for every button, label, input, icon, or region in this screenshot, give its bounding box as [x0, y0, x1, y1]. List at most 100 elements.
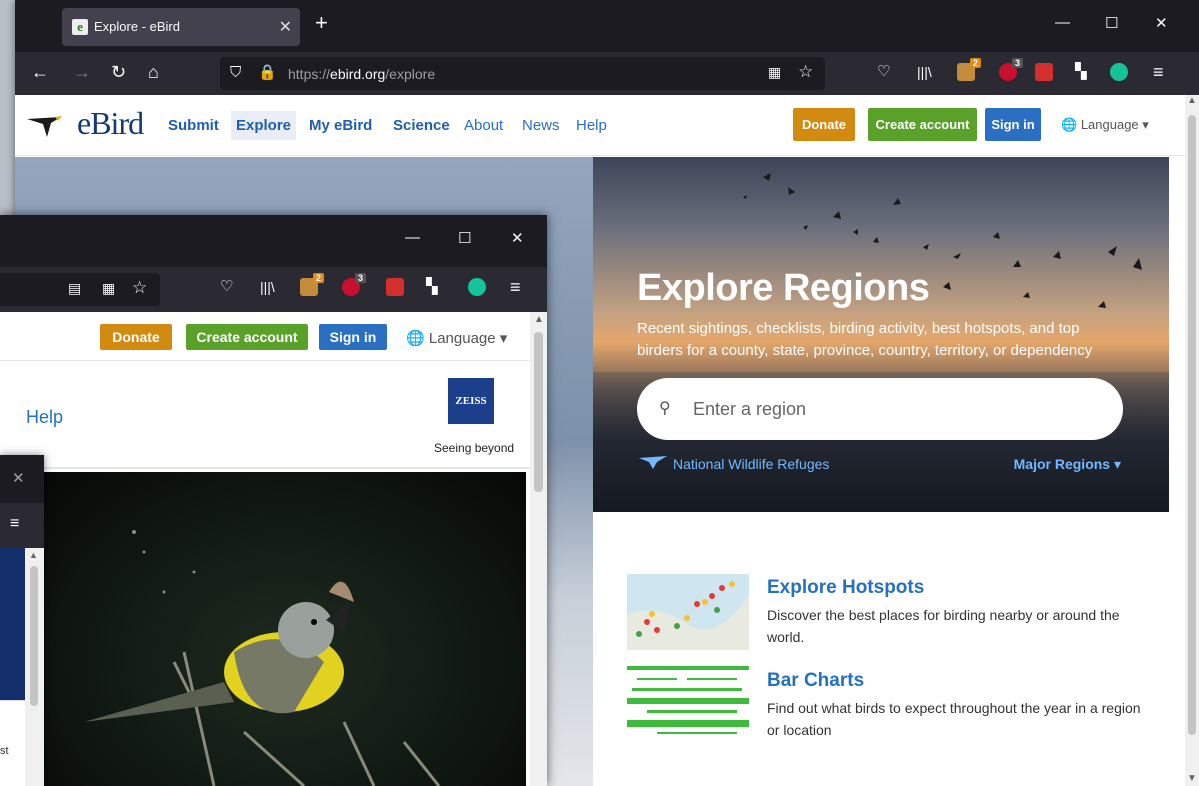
major-regions-dropdown[interactable]: Major Regions ▾ [1014, 456, 1121, 473]
browser-window-third: ✕ ≡ ▲ st [0, 455, 44, 786]
globe-icon: 🌐 [406, 330, 425, 347]
bookmark-star-icon[interactable]: ☆ [132, 278, 147, 298]
scroll-up-icon[interactable]: ▲ [534, 314, 544, 325]
hotspots-map-thumbnail[interactable] [627, 574, 749, 650]
home-icon[interactable]: ⌂ [148, 62, 159, 82]
sign-in-button[interactable]: Sign in [985, 108, 1041, 141]
maximize-icon[interactable]: ☐ [458, 229, 471, 247]
new-tab-icon[interactable]: + [315, 12, 328, 34]
extension-icon[interactable]: 2 [300, 273, 324, 296]
menu-icon[interactable]: ≡ [10, 515, 19, 533]
create-account-button[interactable]: Create account [186, 324, 308, 350]
minimize-icon[interactable]: — [405, 229, 420, 246]
lastpass-icon[interactable] [386, 278, 404, 296]
bar-charts-link[interactable]: Bar Charts [767, 670, 864, 692]
sign-in-button[interactable]: Sign in [319, 324, 387, 350]
grid-extension-icon[interactable]: ▚ [426, 278, 444, 296]
hero-title: Explore Regions [637, 267, 930, 309]
library-icon[interactable]: |||\ [260, 277, 275, 297]
ebird-favicon-icon: e [72, 19, 88, 35]
donate-button[interactable]: Donate [793, 108, 855, 141]
tab-bar-second: — ☐ ✕ [0, 215, 547, 267]
region-search-input[interactable]: ⚲ Enter a region [637, 378, 1123, 440]
url-bar[interactable]: ⛉ 🔒 https://ebird.org/explore ▦ ☆ [220, 57, 825, 90]
tab-title: Explore - eBird [94, 19, 180, 34]
ublock-icon[interactable]: 3 [342, 273, 366, 296]
scrollbar[interactable]: ▲ ▼ [1185, 95, 1199, 786]
scrollbar-second[interactable]: ▲ [530, 312, 547, 786]
scroll-down-icon[interactable]: ▼ [1187, 773, 1197, 784]
explore-hotspots-link[interactable]: Explore Hotspots [767, 577, 924, 599]
nav-science[interactable]: Science [393, 117, 450, 134]
nav-help[interactable]: Help [576, 117, 607, 134]
refuge-icon [639, 456, 667, 469]
nav-submit[interactable]: Submit [168, 117, 219, 134]
grammarly-icon[interactable] [468, 278, 486, 296]
nav-toolbar: ← → ↻ ⌂ ⛉ 🔒 https://ebird.org/explore ▦ … [15, 52, 1199, 95]
create-account-button[interactable]: Create account [868, 108, 977, 141]
extension-icon[interactable]: 2 [957, 58, 981, 81]
lastpass-icon[interactable] [1035, 63, 1053, 81]
nav-toolbar-second: ▤ ▦ ☆ ♡ |||\ 2 3 ▚ ≡ [0, 267, 547, 312]
scrollbar-thumb[interactable] [30, 566, 38, 706]
url-bar-second[interactable]: ▤ ▦ ☆ [0, 273, 160, 306]
reload-icon[interactable]: ↻ [111, 62, 126, 82]
menu-icon[interactable]: ≡ [1153, 62, 1164, 82]
globe-icon: 🌐 [1061, 117, 1078, 132]
tab-explore[interactable]: e Explore - eBird ✕ [62, 8, 300, 46]
donate-button[interactable]: Donate [100, 324, 172, 350]
bookmark-star-icon[interactable]: ☆ [798, 62, 813, 82]
tab-close-icon[interactable]: ✕ [279, 17, 292, 37]
title-bar-third: ✕ [0, 455, 44, 503]
minimize-icon[interactable]: — [1055, 14, 1070, 31]
pocket-icon[interactable]: ♡ [220, 277, 233, 297]
nav-explore[interactable]: Explore [231, 111, 297, 140]
back-icon[interactable]: ← [31, 62, 49, 82]
forward-icon[interactable]: → [73, 62, 91, 82]
close-window-icon[interactable]: ✕ [511, 229, 524, 247]
tab-bar: e Explore - eBird ✕ + — ☐ ✕ [15, 0, 1199, 52]
zeiss-logo[interactable]: ZEISS [448, 378, 494, 424]
scrollbar-third[interactable]: ▲ [25, 548, 44, 786]
url-text[interactable]: https://ebird.org/explore [288, 66, 435, 82]
hero-subtitle: Recent sightings, checklists, birding ac… [637, 320, 1093, 359]
lock-icon[interactable]: 🔒 [258, 63, 277, 81]
site-header: eBird Submit Explore My eBird Science Ab… [15, 95, 1199, 156]
qr-icon[interactable]: ▦ [768, 64, 781, 81]
close-window-icon[interactable]: ✕ [12, 469, 25, 487]
national-wildlife-refuges-link[interactable]: National Wildlife Refuges [673, 456, 829, 472]
qr-icon[interactable]: ▦ [102, 280, 115, 297]
nav-news[interactable]: News [522, 117, 560, 134]
shield-icon[interactable]: ⛉ [230, 64, 241, 81]
bar-charts-thumbnail[interactable] [627, 664, 749, 740]
scrollbar-thumb[interactable] [534, 332, 543, 492]
ebird-logo-icon[interactable] [25, 113, 63, 139]
nav-help[interactable]: Help [26, 407, 63, 428]
scrollbar-thumb[interactable] [1188, 115, 1196, 735]
blue-banner [0, 548, 25, 700]
language-selector[interactable]: 🌐 Language ▾ [1061, 117, 1149, 133]
divider [0, 467, 530, 469]
menu-icon[interactable]: ≡ [510, 277, 521, 297]
nav-about[interactable]: About [464, 117, 503, 134]
ebird-logo-text[interactable]: eBird [77, 105, 144, 142]
kingbird-photo [44, 472, 526, 786]
language-selector[interactable]: 🌐 Language ▾ [406, 329, 507, 347]
scroll-up-icon[interactable]: ▲ [29, 550, 38, 560]
header-divider [0, 360, 530, 361]
nav-my-ebird[interactable]: My eBird [309, 117, 372, 134]
library-icon[interactable]: |||\ [917, 62, 932, 82]
zeiss-tagline: Seeing beyond [434, 441, 515, 455]
grid-extension-icon[interactable]: ▚ [1075, 63, 1093, 81]
caret-down-icon: ▾ [499, 330, 508, 347]
ublock-icon[interactable]: 3 [999, 58, 1023, 81]
pocket-icon[interactable]: ♡ [877, 62, 890, 82]
grammarly-icon[interactable] [1110, 63, 1128, 81]
divider [0, 700, 25, 701]
scroll-up-icon[interactable]: ▲ [1187, 95, 1197, 106]
region-search-placeholder: Enter a region [693, 399, 807, 419]
bird-illustration [84, 530, 441, 786]
reader-view-icon[interactable]: ▤ [68, 280, 81, 297]
close-window-icon[interactable]: ✕ [1155, 14, 1168, 32]
maximize-icon[interactable]: ☐ [1105, 14, 1118, 32]
